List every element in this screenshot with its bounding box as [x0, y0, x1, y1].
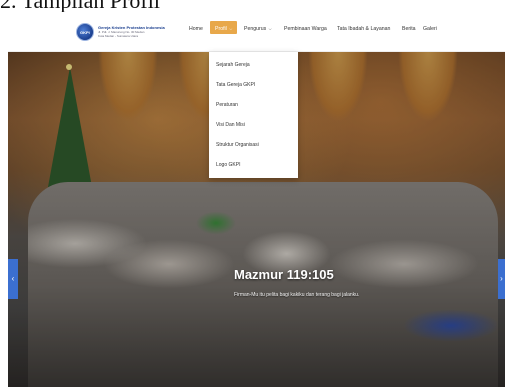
dropdown-item-logo-gkpi[interactable]: Logo GKPI	[216, 162, 240, 168]
nav-item-pengurus[interactable]: Pengurus ⌵	[244, 26, 272, 32]
nav-item-label: Berita	[402, 26, 416, 32]
browser-screenshot: GKPI Gereja Kristen Protestan Indonesia …	[8, 12, 505, 387]
nav-item-label: Tata Ibadah & Layanan	[337, 26, 391, 32]
nav-item-galeri[interactable]: Galeri	[423, 26, 437, 32]
dropdown-item-peraturan[interactable]: Peraturan	[216, 102, 238, 108]
main-nav: Home Profil ⌵ Pengurus ⌵ Pembinaan Warga…	[8, 12, 505, 52]
nav-item-berita[interactable]: Berita	[402, 26, 416, 32]
chevron-left-icon: ‹	[11, 274, 15, 283]
dropdown-item-visi-misi[interactable]: Visi Dan Misi	[216, 122, 245, 128]
dropdown-item-tata-gereja[interactable]: Tata Gereja GKPI	[216, 82, 255, 88]
nav-item-tata-ibadah[interactable]: Tata Ibadah & Layanan	[337, 26, 390, 32]
slider-next-button[interactable]: ›	[498, 259, 505, 299]
hero-subtitle: Firman-Mu itu pelita bagi kakiku dan ter…	[234, 292, 360, 298]
nav-item-label: Profil	[215, 26, 227, 32]
chevron-down-icon: ⌵	[268, 26, 272, 31]
slider-prev-button[interactable]: ‹	[8, 259, 18, 299]
dropdown-item-sejarah-gereja[interactable]: Sejarah Gereja	[216, 62, 250, 68]
nav-item-home[interactable]: Home	[189, 26, 203, 32]
hero-title: Mazmur 119:105	[234, 267, 334, 282]
nav-item-profil[interactable]: Profil ⌵	[210, 21, 238, 34]
nav-item-label: Pengurus	[244, 26, 267, 32]
dropdown-item-struktur-organisasi[interactable]: Struktur Organisasi	[216, 142, 259, 148]
profil-dropdown-menu: Sejarah Gereja Tata Gereja GKPI Peratura…	[209, 52, 298, 178]
document-heading: 2. Tampilan Profil	[0, 0, 160, 13]
nav-item-label: Home	[189, 26, 203, 32]
nav-item-label: Galeri	[423, 26, 437, 32]
nav-item-pembinaan-warga[interactable]: Pembinaan Warga	[284, 26, 327, 32]
chevron-right-icon: ›	[500, 274, 503, 283]
chevron-down-icon: ⌵	[229, 26, 233, 31]
site-header: GKPI Gereja Kristen Protestan Indonesia …	[8, 12, 505, 52]
nav-item-label: Pembinaan Warga	[284, 26, 327, 32]
